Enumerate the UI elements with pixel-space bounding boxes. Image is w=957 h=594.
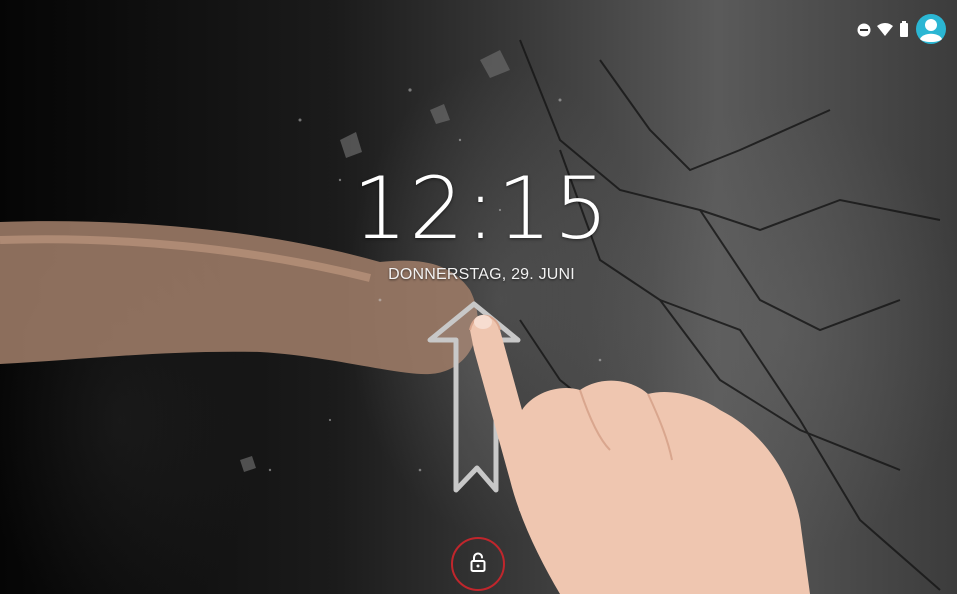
do-not-disturb-icon bbox=[857, 22, 871, 41]
clock-time: 12:15 bbox=[352, 159, 611, 259]
status-bar bbox=[857, 14, 947, 48]
user-avatar-icon[interactable] bbox=[915, 13, 947, 49]
lock-open-icon bbox=[469, 552, 487, 576]
battery-icon bbox=[899, 21, 909, 41]
unlock-button[interactable] bbox=[451, 537, 505, 591]
clock-date: DONNERSTAG, 29. JUNI bbox=[388, 266, 575, 283]
wallpaper-image bbox=[0, 0, 957, 594]
lock-screen[interactable]: 12:15 DONNERSTAG, 29. JUNI bbox=[0, 0, 957, 594]
wifi-icon bbox=[877, 22, 893, 41]
lock-clock: 12:15 DONNERSTAG, 29. JUNI bbox=[0, 166, 957, 284]
